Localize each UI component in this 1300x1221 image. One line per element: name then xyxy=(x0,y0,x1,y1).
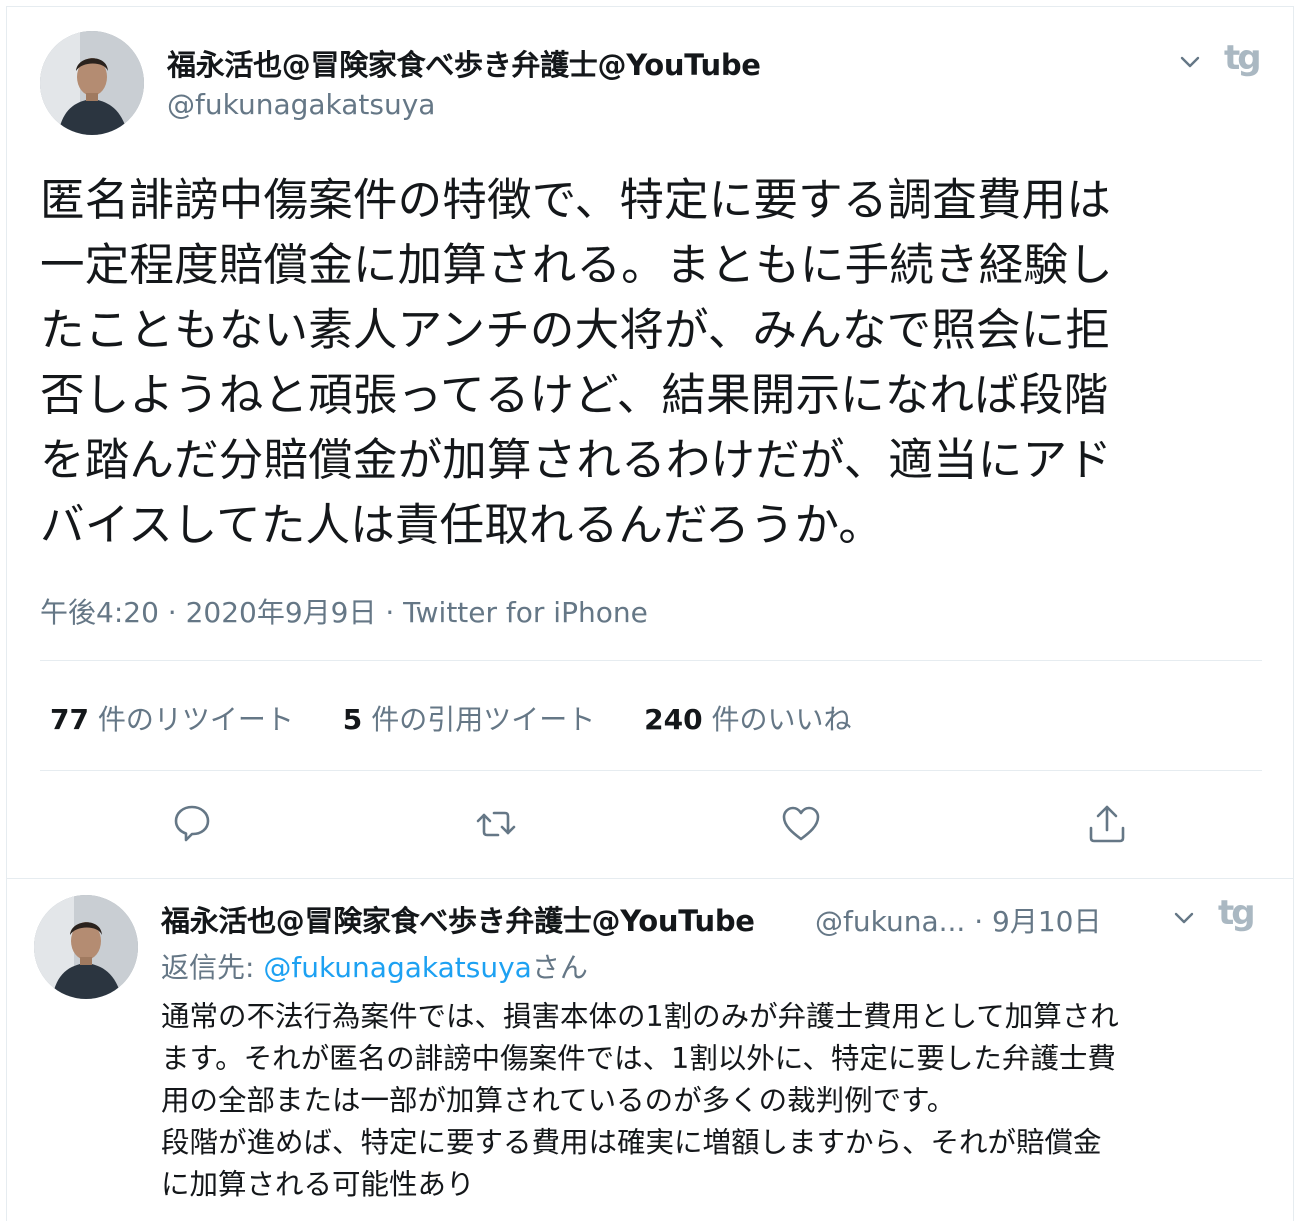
chevron-down-icon[interactable] xyxy=(1176,48,1204,76)
tweet-text-line: 一定程度賠償金に加算される。まともに手続き経験し xyxy=(40,240,1113,291)
retweets-label: 件のリツイート xyxy=(97,703,294,736)
quotes-stat[interactable]: 5 件の引用ツイート xyxy=(343,698,595,738)
avatar[interactable] xyxy=(34,895,138,999)
share-icon[interactable] xyxy=(1085,802,1129,846)
like-icon[interactable] xyxy=(779,802,823,846)
reply-text-line: 通常の不法行為案件では、損害本体の1割のみが弁護士費用として加算され xyxy=(161,1000,1119,1033)
divider xyxy=(40,770,1262,771)
reply-tweet-text: 通常の不法行為案件では、損害本体の1割のみが弁護士費用として加算され ます。それ… xyxy=(161,996,1261,1206)
display-name[interactable]: 福永活也@冒険家食べ歩き弁護士@YouTube xyxy=(161,898,755,940)
tweet-text: 匿名誹謗中傷案件の特徴で、特定に要する調査費用は 一定程度賠償金に加算される。ま… xyxy=(40,168,1260,558)
tg-logo-icon: tg xyxy=(1224,38,1262,78)
reply-icon[interactable] xyxy=(170,801,214,845)
section-separator xyxy=(6,878,1294,879)
main-tweet: 福永活也@冒険家食べ歩き弁護士@YouTube @fukunagakatsuya… xyxy=(6,6,1294,879)
retweets-count: 77 xyxy=(50,703,89,736)
tweet-text-line: 匿名誹謗中傷案件の特徴で、特定に要する調査費用は xyxy=(40,175,1112,226)
display-name[interactable]: 福永活也@冒険家食べ歩き弁護士@YouTube xyxy=(167,42,761,84)
reply-to-line: 返信先: @fukunagakatsuyaさん xyxy=(161,946,588,986)
divider xyxy=(40,660,1262,661)
tweet-timestamp[interactable]: 午後4:20 · 2020年9月9日 · Twitter for iPhone xyxy=(40,591,648,631)
tweet-text-line: 否しようねと頑張ってるけど、結果開示になれば段階 xyxy=(40,370,1109,421)
likes-stat[interactable]: 240 件のいいね xyxy=(644,698,851,738)
tweet-text-line: を踏んだ分賠償金が加算されるわけだが、適当にアド xyxy=(40,435,1112,486)
quotes-count: 5 xyxy=(342,703,363,736)
reply-text-line: 用の全部または一部が加算されているのが多くの裁判例です。 xyxy=(161,1084,956,1117)
user-handle-and-date[interactable]: @fukuna... · 9月10日 xyxy=(815,900,1101,940)
tweet-text-line: たこともない素人アンチの大将が、みんなで照会に拒 xyxy=(40,305,1111,356)
reply-prefix: 返信先: xyxy=(161,951,264,984)
reply-suffix: さん xyxy=(531,951,588,984)
retweets-stat[interactable]: 77 件のリツイート xyxy=(50,698,294,738)
likes-count: 240 xyxy=(644,703,703,736)
reply-text-line: 段階が進めば、特定に要する費用は確実に増額しますから、それが賠償金 xyxy=(161,1126,1102,1159)
retweet-icon[interactable] xyxy=(474,802,518,846)
reply-text-line: に加算される可能性あり xyxy=(161,1168,475,1201)
user-handle[interactable]: @fukunagakatsuya xyxy=(167,88,435,121)
chevron-down-icon[interactable] xyxy=(1170,904,1198,932)
reply-text-line: ます。それが匿名の誹謗中傷案件では、1割以外に、特定に要した弁護士費 xyxy=(161,1042,1116,1075)
likes-label: 件のいいね xyxy=(711,703,852,736)
tweet-text-line: バイスしてた人は責任取れるんだろうか。 xyxy=(40,500,884,551)
reply-mention-link[interactable]: @fukunagakatsuya xyxy=(263,951,531,984)
avatar[interactable] xyxy=(40,31,144,135)
quotes-label: 件の引用ツイート xyxy=(371,703,596,736)
tweet-stats: 77 件のリツイート 5 件の引用ツイート 240 件のいいね xyxy=(50,698,891,738)
tg-logo-icon: tg xyxy=(1218,893,1256,933)
